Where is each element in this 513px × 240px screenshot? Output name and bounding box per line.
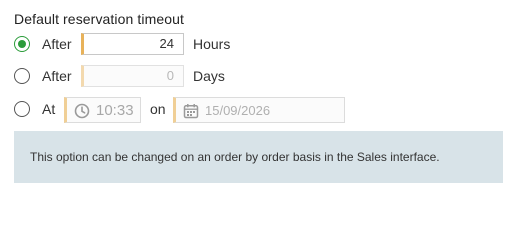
days-unit-label: Days [193,68,225,84]
on-label: on [150,101,166,117]
option-label-after-days: After [42,68,72,84]
days-input[interactable]: 0 [81,65,184,87]
option-label-after-hours: After [42,36,72,52]
radio-at-datetime[interactable] [14,101,30,117]
info-text: This option can be changed on an order b… [30,150,440,164]
hours-unit-label: Hours [193,36,231,52]
info-box: This option can be changed on an order b… [14,131,503,183]
option-label-at: At [42,101,56,117]
option-at-datetime: At 10:33 on 15/09/2026 [14,97,494,123]
calendar-icon [183,104,199,119]
time-input[interactable]: 10:33 [64,97,141,123]
date-input[interactable]: 15/09/2026 [173,97,345,123]
option-after-hours: After 24 Hours [14,33,494,59]
option-after-days: After 0 Days [14,65,494,91]
radio-after-hours[interactable] [14,36,30,52]
section-heading: Default reservation timeout [14,11,185,27]
hours-input[interactable]: 24 [81,33,184,55]
clock-icon [74,103,90,119]
time-value: 10:33 [96,102,134,119]
date-value: 15/09/2026 [205,103,271,118]
radio-after-days[interactable] [14,68,30,84]
